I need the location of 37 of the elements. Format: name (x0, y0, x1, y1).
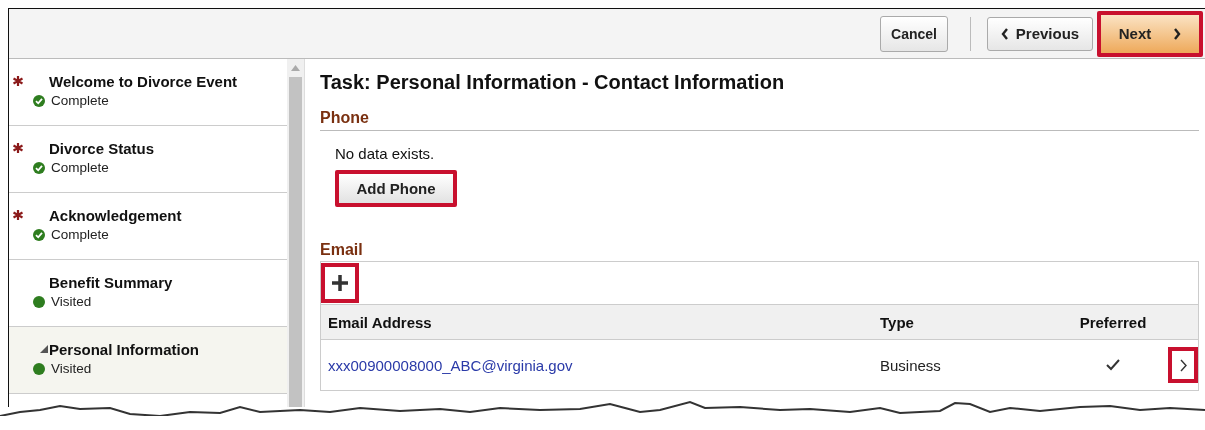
status-text: Complete (51, 160, 109, 175)
item-title: Personal Information (49, 340, 200, 358)
column-header: Type (879, 313, 915, 331)
status-text: Visited (51, 361, 92, 376)
page-title: Task: Personal Information - Contact Information (320, 71, 786, 94)
check-circle-icon (33, 228, 45, 241)
column-header: Preferred (1078, 313, 1148, 331)
next-button[interactable]: Next (1097, 10, 1203, 57)
item-title: Welcome to Divorce Event (49, 72, 238, 90)
item-title: Benefit Summary (49, 273, 173, 291)
plus-icon (332, 275, 348, 291)
email-link[interactable]: xxx00900008000_ABC@virginia.gov (321, 356, 876, 374)
check-circle-icon (33, 161, 45, 174)
item-title: Acknowledgement (49, 206, 182, 224)
add-button[interactable] (321, 263, 359, 303)
status-text: Visited (51, 294, 92, 309)
status-text: Complete (51, 93, 109, 108)
cancel-button[interactable]: Cancel (880, 15, 948, 52)
section-heading: Email (320, 241, 364, 260)
sidebar-item[interactable]: Personal Information Visited (9, 327, 288, 394)
dot-icon (33, 362, 45, 375)
check-circle-icon (33, 94, 45, 107)
dot-icon (33, 295, 45, 308)
empty-message: No data exists. (335, 145, 436, 162)
chevron-left-icon (1000, 27, 1009, 40)
scrollbar[interactable] (287, 59, 304, 407)
expanded-triangle-icon (40, 345, 48, 353)
table-cell-text: Business (879, 356, 942, 374)
chevron-right-icon (1179, 358, 1187, 372)
previous-button[interactable]: Previous (987, 16, 1093, 51)
column-header: Email Address (327, 313, 433, 331)
item-title: Divorce Status (49, 139, 155, 157)
status-text: Complete (51, 227, 109, 242)
section-heading: Phone (320, 109, 1199, 131)
add-phone-button[interactable]: Add Phone (335, 170, 457, 207)
row-detail-button[interactable] (1168, 347, 1198, 383)
chevron-right-icon (1173, 27, 1182, 40)
